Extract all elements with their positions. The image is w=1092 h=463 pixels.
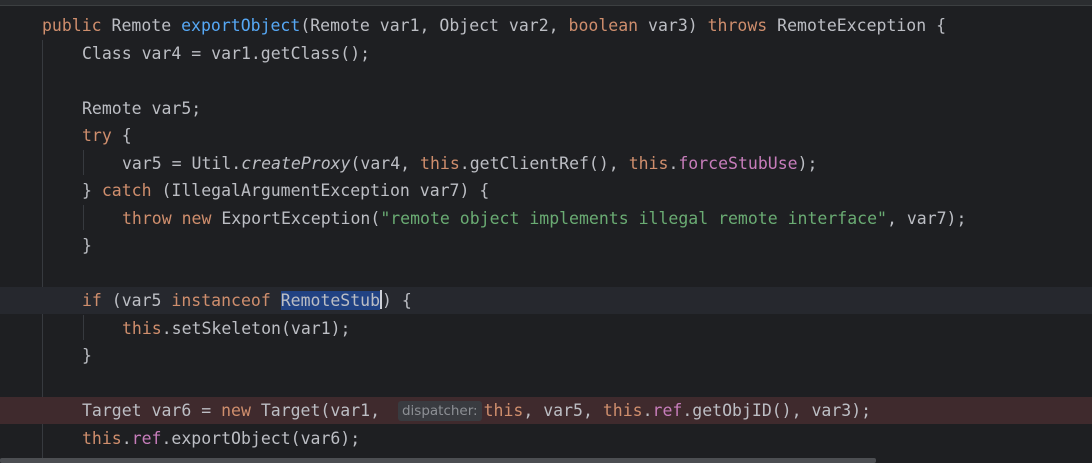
code-line[interactable]: } — [0, 232, 1092, 259]
code-line[interactable]: Class var4 = var1.getClass(); — [0, 40, 1092, 67]
code-text: Target var6 = — [82, 401, 222, 420]
code-line-empty[interactable] — [0, 67, 1092, 94]
code-line[interactable]: var5 = Util.createProxy(var4, this.getCl… — [0, 150, 1092, 177]
string-literal: "remote object implements illegal remote… — [380, 209, 887, 228]
code-text: } — [82, 346, 92, 365]
code-text: ); — [797, 154, 818, 173]
keyword: throws — [707, 16, 768, 35]
code-text: (var4, — [350, 154, 421, 173]
code-text: Remote — [101, 16, 182, 35]
keyword: boolean — [568, 16, 639, 35]
code-text: , var5, — [523, 401, 603, 420]
keyword: new — [181, 209, 212, 228]
keyword: this — [483, 401, 524, 420]
code-text: Remote var5; — [82, 99, 202, 118]
code-line[interactable]: } — [0, 342, 1092, 369]
code-line[interactable]: public Remote exportObject(Remote var1, … — [0, 12, 1092, 39]
code-text: RemoteException { — [767, 16, 947, 35]
keyword: if — [82, 291, 102, 310]
keyword: this — [420, 154, 460, 173]
text-selection[interactable]: RemoteStub — [280, 291, 381, 310]
editor-top-border — [0, 0, 1092, 6]
keyword: instanceof — [171, 291, 271, 310]
keyword: throw — [122, 209, 172, 228]
code-editor[interactable]: public Remote exportObject(Remote var1, … — [0, 0, 1092, 463]
code-text: , var7); — [886, 209, 967, 228]
static-method-call: createProxy — [241, 154, 351, 173]
code-text: Target(var1, — [250, 401, 390, 420]
keyword: new — [221, 401, 251, 420]
keyword: this — [82, 429, 122, 448]
field-name: ref — [131, 429, 162, 448]
horizontal-scrollbar[interactable] — [0, 458, 876, 463]
code-line-breakpoint[interactable]: Target var6 = new Target(var1, dispatche… — [0, 397, 1092, 425]
code-text: . — [121, 429, 132, 448]
code-text: ) { — [382, 291, 412, 310]
field-name: ref — [652, 401, 683, 420]
code-text: var3) — [638, 16, 708, 35]
code-text: (var5 — [101, 291, 172, 310]
code-text: (Remote var1, Object var2, — [300, 16, 569, 35]
code-line-empty[interactable] — [0, 370, 1092, 397]
method-name: exportObject — [181, 16, 301, 35]
keyword: try — [82, 126, 112, 145]
keyword: this — [122, 319, 162, 338]
code-text: var5 = Util. — [122, 154, 242, 173]
code-text: } — [82, 181, 102, 200]
code-line[interactable]: this.setSkeleton(var1); — [0, 315, 1092, 342]
code-line[interactable]: this.ref.exportObject(var6); — [0, 425, 1092, 452]
keyword: catch — [101, 181, 152, 200]
keyword: this — [628, 154, 669, 173]
code-line[interactable]: try { — [0, 122, 1092, 149]
field-name: forceStubUse — [678, 154, 798, 173]
code-text: .getClientRef(), — [459, 154, 629, 173]
code-line[interactable]: throw new ExportException("remote object… — [0, 205, 1092, 232]
code-text: Class var4 = var1.getClass(); — [82, 44, 371, 63]
code-text: } — [82, 236, 92, 255]
code-line[interactable]: } catch (IllegalArgumentException var7) … — [0, 177, 1092, 204]
code-text: .setSkeleton(var1); — [161, 319, 351, 338]
code-line-empty[interactable] — [0, 260, 1092, 287]
code-text: .exportObject(var6); — [161, 429, 361, 448]
code-text: ExportException( — [211, 209, 381, 228]
keyword: this — [602, 401, 643, 420]
keyword: public — [42, 16, 102, 35]
code-line[interactable]: Remote var5; — [0, 95, 1092, 122]
code-text: (IllegalArgumentException var7) { — [151, 181, 490, 200]
code-text: . — [668, 154, 679, 173]
code-line-current[interactable]: if (var5 instanceof RemoteStub) { — [0, 287, 1092, 315]
code-text: .getObjID(), var3); — [682, 401, 872, 420]
code-text: . — [642, 401, 653, 420]
code-text: { — [111, 126, 132, 145]
parameter-name-hint: dispatcher: — [397, 401, 482, 421]
